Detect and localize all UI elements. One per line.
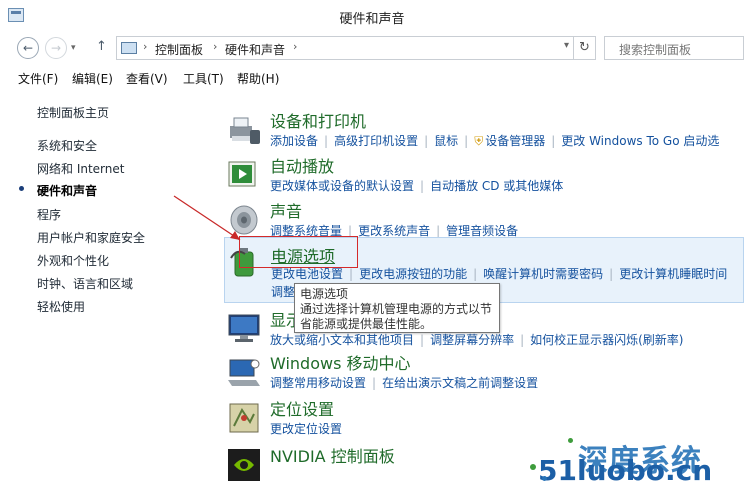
link-separator: | — [609, 267, 614, 281]
sidebar-item-programs[interactable]: 程序 — [37, 206, 61, 223]
category-links: 添加设备 | 高级打印机设置 | 鼠标 | ⛨ 设备管理器 | 更改 Windows To Go … — [270, 132, 719, 149]
tooltip-title: 电源选项 — [300, 287, 349, 301]
monitor-icon[interactable] — [226, 311, 262, 347]
current-bullet-icon — [19, 186, 24, 191]
category-title[interactable]: 自动播放 — [270, 153, 334, 177]
address-row: ← → ▾ ↑ › 控制面板 › 硬件和声音 › ▾ ↻ 搜索控制面板 — [0, 33, 744, 63]
up-arrow-icon[interactable]: ↑ — [96, 39, 107, 54]
watermark: 深度系统 51luobo.cn — [528, 436, 744, 498]
title-bar: 硬件和声音 — [0, 0, 744, 33]
breadcrumb-hardware-sound[interactable]: 硬件和声音 — [225, 41, 285, 58]
category-links: 更改定位设置 — [270, 420, 342, 437]
menu-bar: 文件(F) 编辑(E) 查看(V) 工具(T) 帮助(H) — [0, 63, 744, 91]
category-links-row2: 调整 — [271, 283, 295, 300]
sidebar-item-ease-of-access[interactable]: 轻松使用 — [37, 298, 85, 315]
link-presentation-settings[interactable]: 在给出演示文稿之前调整设置 — [382, 374, 538, 391]
link-separator: | — [324, 134, 329, 148]
tooltip-body: 通过选择计算机管理电源的方式以节省能源或提供最佳性能。 — [300, 302, 493, 331]
mobility-icon[interactable] — [226, 354, 262, 390]
link-separator: | — [520, 333, 525, 347]
category-links: 调整常用移动设置 | 在给出演示文稿之前调整设置 — [270, 374, 538, 391]
sidebar-item-home[interactable]: 控制面板主页 — [37, 104, 109, 121]
sidebar-item-network[interactable]: 网络和 Internet — [37, 160, 124, 177]
category-title[interactable]: Windows 移动中心 — [270, 350, 411, 374]
sidebar-item-system-security[interactable]: 系统和安全 — [37, 137, 97, 154]
link-separator: | — [551, 134, 556, 148]
link-sleep-time[interactable]: 更改计算机睡眠时间 — [619, 265, 727, 282]
location-icon[interactable] — [226, 400, 262, 436]
watermark-dot — [542, 476, 547, 481]
link-separator: | — [372, 376, 377, 390]
sidebar-item-appearance[interactable]: 外观和个性化 — [37, 252, 109, 269]
link-wake-password[interactable]: 唤醒计算机时需要密码 — [483, 265, 603, 282]
menu-edit[interactable]: 编辑(E) — [72, 70, 113, 87]
highlight-box — [239, 236, 358, 268]
link-separator: | — [436, 224, 441, 238]
category-autoplay: 自动播放 更改媒体或设备的默认设置 | 自动播放 CD 或其他媒体 — [224, 153, 744, 197]
recent-pages-chevron-icon[interactable]: ▾ — [71, 43, 76, 53]
watermark-url: 51luobo.cn — [538, 454, 713, 487]
address-bar[interactable]: › 控制面板 › 硬件和声音 › ▾ ↻ — [116, 36, 596, 60]
address-dropdown-icon[interactable]: ▾ — [564, 40, 569, 51]
link-windows-to-go[interactable]: 更改 Windows To Go 启动选 — [561, 132, 719, 149]
control-panel-icon — [121, 42, 137, 54]
category-links: 放大或缩小文本和其他项目 | 调整屏幕分辨率 | 如何校正显示器闪烁(刷新率) — [270, 331, 684, 348]
menu-view[interactable]: 查看(V) — [126, 70, 168, 87]
breadcrumb-control-panel[interactable]: 控制面板 — [155, 41, 203, 58]
link-mouse[interactable]: 鼠标 — [434, 132, 458, 149]
sidebar-item-clock-region[interactable]: 时钟、语言和区域 — [37, 275, 133, 292]
menu-help[interactable]: 帮助(H) — [237, 70, 279, 87]
autoplay-icon[interactable] — [226, 157, 262, 193]
link-resolution[interactable]: 调整屏幕分辨率 — [430, 331, 514, 348]
category-mobility-center: Windows 移动中心 调整常用移动设置 | 在给出演示文稿之前调整设置 — [224, 350, 744, 394]
sidebar-item-user-accounts[interactable]: 用户帐户和家庭安全 — [37, 229, 145, 246]
watermark-dot — [568, 438, 573, 443]
link-autoplay-cd[interactable]: 自动播放 CD 或其他媒体 — [430, 177, 563, 194]
link-flicker[interactable]: 如何校正显示器闪烁(刷新率) — [530, 331, 683, 348]
refresh-icon[interactable]: ↻ — [573, 36, 595, 60]
nvidia-icon[interactable] — [226, 447, 262, 483]
forward-button[interactable]: → — [45, 37, 67, 59]
link-power-button[interactable]: 更改电源按钮的功能 — [359, 265, 467, 282]
back-button[interactable]: ← — [17, 37, 39, 59]
link-adjust[interactable]: 调整 — [271, 283, 295, 300]
breadcrumb-separator-icon[interactable]: › — [293, 40, 297, 53]
link-device-manager[interactable]: 设备管理器 — [485, 132, 545, 149]
category-title[interactable]: 定位设置 — [270, 396, 334, 420]
link-separator: | — [464, 134, 469, 148]
tooltip: 电源选项 通过选择计算机管理电源的方式以节省能源或提供最佳性能。 — [294, 283, 500, 333]
menu-file[interactable]: 文件(F) — [18, 70, 58, 87]
printer-icon[interactable] — [226, 112, 262, 148]
link-change-media-defaults[interactable]: 更改媒体或设备的默认设置 — [270, 177, 414, 194]
link-text-size[interactable]: 放大或缩小文本和其他项目 — [270, 331, 414, 348]
menu-tools[interactable]: 工具(T) — [183, 70, 224, 87]
link-add-device[interactable]: 添加设备 — [270, 132, 318, 149]
link-separator: | — [424, 134, 429, 148]
link-advanced-printer[interactable]: 高级打印机设置 — [334, 132, 418, 149]
link-separator: | — [420, 333, 425, 347]
search-placeholder: 搜索控制面板 — [619, 43, 692, 57]
breadcrumb-separator-icon[interactable]: › — [143, 40, 147, 53]
category-title[interactable]: 设备和打印机 — [270, 108, 366, 132]
category-title[interactable]: NVIDIA 控制面板 — [270, 443, 395, 467]
category-devices-printers: 设备和打印机 添加设备 | 高级打印机设置 | 鼠标 | ⛨ 设备管理器 | 更改 Windows… — [224, 108, 744, 152]
category-links: 更改媒体或设备的默认设置 | 自动播放 CD 或其他媒体 — [270, 177, 563, 194]
breadcrumb-separator-icon[interactable]: › — [213, 40, 217, 53]
link-separator: | — [473, 267, 478, 281]
window-title: 硬件和声音 — [339, 12, 405, 27]
link-mobility-settings[interactable]: 调整常用移动设置 — [270, 374, 366, 391]
category-title[interactable]: 声音 — [270, 198, 302, 222]
link-separator: | — [349, 267, 354, 281]
category-location: 定位设置 更改定位设置 — [224, 396, 744, 440]
link-change-location[interactable]: 更改定位设置 — [270, 420, 342, 437]
search-input[interactable]: 搜索控制面板 — [604, 36, 744, 60]
link-separator: | — [420, 179, 425, 193]
watermark-dot — [530, 464, 536, 470]
sidebar-item-hardware-sound[interactable]: 硬件和声音 — [37, 182, 97, 199]
shield-icon: ⛨ — [474, 134, 484, 148]
annotation-arrow-icon — [173, 195, 241, 241]
